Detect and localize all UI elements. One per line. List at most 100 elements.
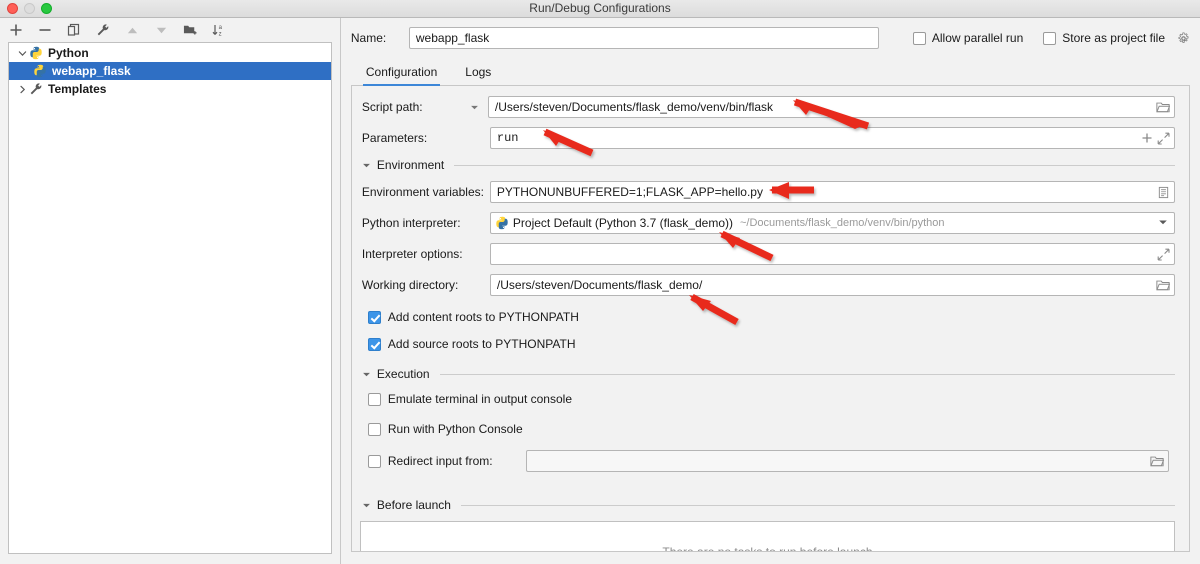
store-as-project-file-checkbox[interactable]: Store as project file (1043, 31, 1190, 45)
add-configuration-button[interactable] (8, 22, 24, 38)
environment-variables-value: PYTHONUNBUFFERED=1;FLASK_APP=hello.py (496, 185, 763, 199)
working-directory-field: /Users/steven/Documents/flask_demo/ (489, 274, 1175, 296)
emulate-terminal-checkbox[interactable]: Emulate terminal in output console (367, 390, 1175, 408)
configuration-editor-panel: Name: webapp_flask Allow parallel run St… (340, 18, 1200, 564)
environment-variables-label: Environment variables: (361, 185, 484, 199)
environment-variables-field: PYTHONUNBUFFERED=1;FLASK_APP=hello.py (489, 181, 1175, 203)
python-interpreter-path-hint: ~/Documents/flask_demo/venv/bin/python (740, 217, 945, 229)
add-source-roots-label: Add source roots to PYTHONPATH (387, 337, 576, 351)
working-directory-row: Working directory: /Users/steven/Documen… (360, 274, 1175, 296)
chevron-down-icon[interactable] (466, 103, 488, 112)
script-path-value: /Users/steven/Documents/flask_demo/venv/… (494, 100, 774, 114)
tree-item-python[interactable]: Python (9, 44, 331, 62)
environment-variables-input[interactable]: PYTHONUNBUFFERED=1;FLASK_APP=hello.py (489, 181, 1175, 203)
emulate-terminal-label: Emulate terminal in output console (387, 392, 572, 406)
script-path-row: Script path: /Users/steven/Documents/fla… (360, 96, 1175, 118)
redirect-input-field[interactable] (525, 450, 1169, 472)
checkbox-box[interactable] (367, 392, 381, 406)
move-down-button[interactable] (153, 22, 169, 38)
interpreter-options-field (489, 243, 1175, 265)
parameters-input[interactable]: run (489, 127, 1175, 149)
python-interpreter-row: Python interpreter: Project Default (Pyt… (360, 212, 1175, 234)
name-input-value: webapp_flask (415, 31, 490, 45)
environment-section-header[interactable]: Environment (362, 158, 1175, 172)
before-launch-section-header[interactable]: Before launch (362, 498, 1175, 512)
checkbox-box[interactable] (367, 337, 381, 351)
before-launch-task-list[interactable]: There are no tasks to run before launch (359, 521, 1175, 552)
window-title: Run/Debug Configurations (529, 1, 671, 15)
tab-configuration[interactable]: Configuration (362, 63, 441, 86)
svg-text:z: z (219, 31, 222, 37)
checkbox-box[interactable] (912, 31, 926, 45)
before-launch-section-title: Before launch (376, 498, 451, 512)
svg-text:a: a (219, 25, 223, 31)
tree-item-label: Python (48, 46, 89, 60)
parameters-field: run (489, 127, 1175, 149)
execution-section-title: Execution (376, 367, 430, 381)
configurations-sidebar: a z Python webapp_flask Templates (0, 18, 341, 564)
execution-section-header[interactable]: Execution (362, 367, 1175, 381)
run-with-python-console-checkbox[interactable]: Run with Python Console (367, 420, 1175, 438)
section-divider (439, 373, 1175, 375)
parameters-label: Parameters: (361, 131, 428, 145)
chevron-down-icon[interactable] (362, 161, 371, 170)
checkbox-box[interactable] (367, 310, 381, 324)
chevron-right-icon[interactable] (15, 82, 29, 96)
editor-tabs: Configuration Logs (350, 55, 1190, 86)
chevron-down-icon[interactable] (362, 370, 371, 379)
configuration-form: Script path: /Users/steven/Documents/fla… (350, 86, 1190, 552)
folder-icon[interactable] (1156, 101, 1170, 113)
tab-logs[interactable]: Logs (462, 63, 494, 86)
allow-parallel-run-checkbox[interactable]: Allow parallel run (912, 31, 1023, 45)
tree-item-label: webapp_flask (52, 64, 131, 78)
chevron-down-icon[interactable] (362, 501, 371, 510)
chevron-down-icon[interactable] (1158, 216, 1170, 230)
python-interpreter-field: Project Default (Python 3.7 (flask_demo)… (489, 212, 1175, 234)
interpreter-options-input[interactable] (489, 243, 1175, 265)
add-content-roots-label: Add content roots to PYTHONPATH (387, 310, 579, 324)
script-path-input[interactable]: /Users/steven/Documents/flask_demo/venv/… (487, 96, 1175, 118)
chevron-down-icon[interactable] (15, 46, 29, 60)
window-titlebar: Run/Debug Configurations (0, 0, 1200, 18)
redirect-input-checkbox[interactable] (367, 454, 381, 468)
parameters-value: run (496, 131, 519, 145)
configurations-tree[interactable]: Python webapp_flask Templates (8, 42, 332, 554)
remove-configuration-button[interactable] (37, 22, 53, 38)
python-interpreter-value: Project Default (Python 3.7 (flask_demo)… (512, 216, 733, 230)
checkbox-box[interactable] (367, 422, 381, 436)
working-directory-label: Working directory: (361, 278, 459, 292)
parameters-row: Parameters: run (360, 127, 1175, 149)
edit-templates-button[interactable] (95, 22, 111, 38)
tree-item-templates[interactable]: Templates (9, 80, 331, 98)
python-icon (33, 64, 47, 78)
name-input[interactable]: webapp_flask (408, 27, 879, 49)
working-directory-input[interactable]: /Users/steven/Documents/flask_demo/ (489, 274, 1175, 296)
python-interpreter-label: Python interpreter: (361, 216, 461, 230)
folder-icon[interactable] (1150, 455, 1164, 467)
sort-configurations-button[interactable]: a z (211, 22, 227, 38)
plus-icon[interactable] (1141, 132, 1153, 144)
name-row: Name: webapp_flask Allow parallel run St… (341, 18, 1200, 49)
list-edit-icon[interactable] (1157, 186, 1170, 199)
expand-icon[interactable] (1157, 132, 1170, 145)
before-launch-empty-message: There are no tasks to run before launch (662, 545, 873, 552)
python-interpreter-dropdown[interactable]: Project Default (Python 3.7 (flask_demo)… (489, 212, 1175, 234)
add-source-roots-checkbox[interactable]: Add source roots to PYTHONPATH (367, 335, 1175, 353)
folder-icon[interactable] (1156, 279, 1170, 291)
name-row-options: Allow parallel run Store as project file (912, 31, 1190, 45)
copy-configuration-button[interactable] (66, 22, 82, 38)
move-up-button[interactable] (124, 22, 140, 38)
python-icon (495, 216, 509, 230)
python-icon (29, 46, 43, 60)
tree-item-webapp-flask[interactable]: webapp_flask (9, 62, 331, 80)
gear-icon[interactable] (1177, 31, 1190, 45)
tree-item-label: Templates (48, 82, 107, 96)
expand-icon[interactable] (1157, 248, 1170, 261)
section-divider (460, 504, 1175, 506)
move-into-folder-button[interactable] (182, 22, 198, 38)
run-with-python-console-label: Run with Python Console (387, 422, 523, 436)
add-content-roots-checkbox[interactable]: Add content roots to PYTHONPATH (367, 308, 1175, 326)
script-path-field: /Users/steven/Documents/flask_demo/venv/… (487, 96, 1175, 118)
checkbox-box[interactable] (1043, 31, 1057, 45)
redirect-input-label: Redirect input from: (387, 454, 493, 468)
